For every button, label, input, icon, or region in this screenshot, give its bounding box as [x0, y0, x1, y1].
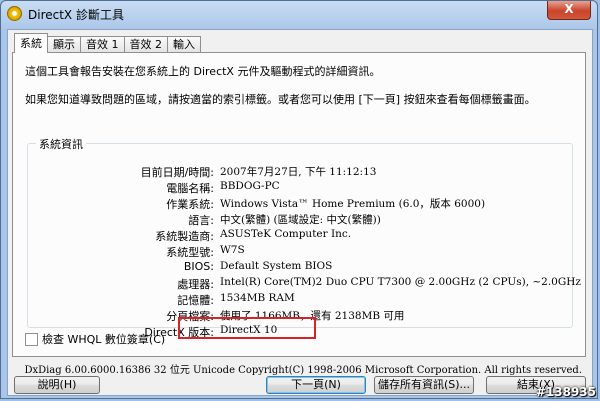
tab-input[interactable]: 輸入: [167, 36, 201, 53]
info-value: 中文(繁體) (區域設定: 中文(繁體)): [220, 214, 381, 226]
info-value: BBDOG-PC: [220, 180, 280, 192]
info-value: ASUSTeK Computer Inc.: [220, 228, 352, 240]
copyright-footer: DxDiag 6.00.6000.16386 32 位元 Unicode Cop…: [24, 365, 582, 376]
close-button[interactable]: X: [547, 1, 591, 20]
info-label: 記憶體:: [177, 294, 214, 307]
info-row-manufacturer: 系統製造商: ASUSTeK Computer Inc.: [28, 228, 574, 243]
directx-version-highlight-box: [178, 317, 316, 339]
info-label: 處理器:: [177, 278, 214, 291]
info-value: Intel(R) Core(TM)2 Duo CPU T7300 @ 2.00G…: [220, 276, 581, 288]
system-info-group-title: 系統資訊: [36, 136, 86, 152]
whql-checkbox-label: 檢查 WHQL 數位簽章(C): [42, 333, 166, 346]
info-row-datetime: 目前日期/時間: 2007年7月27日, 下午 11:12:13: [28, 164, 574, 179]
info-value: 2007年7月27日, 下午 11:12:13: [220, 166, 377, 178]
info-row-language: 語言: 中文(繁體) (區域設定: 中文(繁體)): [28, 212, 574, 227]
info-label: 作業系統:: [166, 198, 214, 211]
tab-sound-2[interactable]: 音效 2: [123, 36, 168, 53]
info-label: 系統型號:: [166, 246, 214, 259]
info-label: 語言:: [188, 214, 214, 227]
whql-checkbox-row[interactable]: 檢查 WHQL 數位簽章(C): [25, 331, 165, 347]
tab-system[interactable]: 系統: [14, 33, 48, 53]
window-title: DirectX 診斷工具: [28, 8, 124, 22]
info-row-model: 系統型號: W7S: [28, 244, 574, 259]
info-row-os: 作業系統: Windows Vista™ Home Premium (6.0，版…: [28, 196, 574, 211]
info-row-bios: BIOS: Default System BIOS: [28, 260, 574, 274]
directx-app-icon: [7, 6, 22, 21]
next-page-button[interactable]: 下一頁(N): [266, 376, 366, 394]
info-row-processor: 處理器: Intel(R) Core(TM)2 Duo CPU T7300 @ …: [28, 276, 581, 291]
info-label: 系統製造商:: [155, 230, 214, 243]
tab-strip: 系統 顯示 音效 1 音效 2 輸入: [14, 33, 201, 53]
system-tab-panel: 這個工具會報告安裝在您系統上的 DirectX 元件及驅動程式的詳細資訊。 如果…: [12, 52, 586, 357]
info-row-computer-name: 電腦名稱: BBDOG-PC: [28, 180, 574, 195]
title-bar[interactable]: DirectX 診斷工具 X: [1, 1, 597, 25]
tab-sound-1[interactable]: 音效 1: [80, 36, 125, 53]
info-value: 1534MB RAM: [220, 292, 295, 304]
info-row-memory: 記憶體: 1534MB RAM: [28, 292, 574, 307]
info-label: 目前日期/時間:: [140, 166, 214, 179]
info-value: Default System BIOS: [220, 260, 333, 272]
intro-text-1: 這個工具會報告安裝在您系統上的 DirectX 元件及驅動程式的詳細資訊。: [25, 65, 381, 78]
info-value: Windows Vista™ Home Premium (6.0，版本 6000…: [220, 198, 486, 210]
help-button[interactable]: 說明(H): [14, 376, 100, 394]
watermark-text: #138935: [535, 385, 596, 399]
info-value: W7S: [220, 244, 245, 256]
info-label: 電腦名稱:: [166, 182, 214, 195]
whql-checkbox[interactable]: [25, 332, 38, 346]
tab-display[interactable]: 顯示: [47, 36, 81, 53]
dialog-client-area: 系統 顯示 音效 1 音效 2 輸入 這個工具會報告安裝在您系統上的 Direc…: [7, 29, 593, 396]
intro-text-2: 如果您知道導致問題的區域，請按適當的索引標籤。或者您可以使用 [下一頁] 按鈕來…: [25, 93, 536, 106]
system-info-group: 系統資訊 目前日期/時間: 2007年7月27日, 下午 11:12:13 電腦…: [27, 136, 581, 339]
info-label: BIOS:: [183, 260, 214, 273]
save-all-info-button[interactable]: 儲存所有資訊(S)...: [374, 376, 474, 394]
directx-diagnostic-window: DirectX 診斷工具 X 系統 顯示 音效 1 音效 2 輸入 這個工具會報…: [0, 0, 598, 399]
